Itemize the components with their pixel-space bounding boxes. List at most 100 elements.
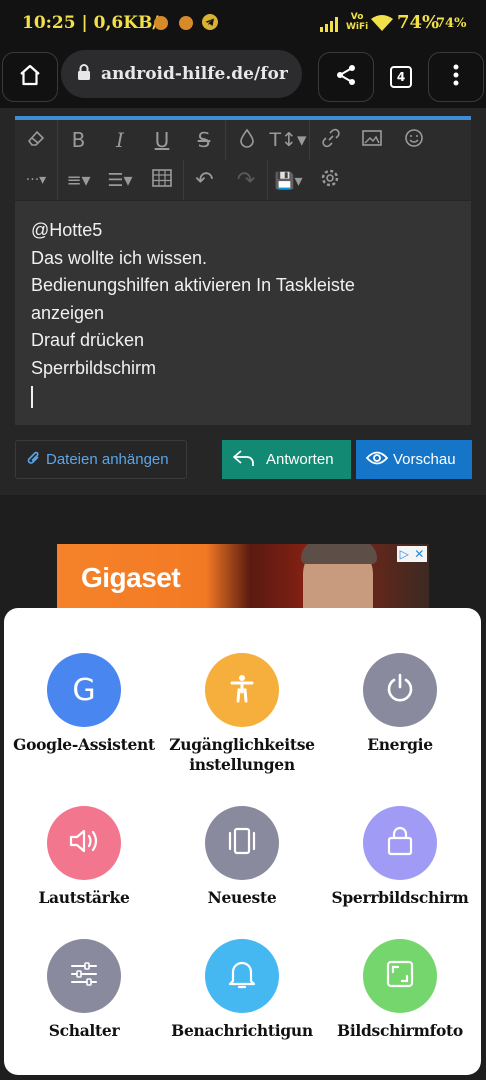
ad-person-hair (301, 544, 377, 564)
vowifi-label: Vo WiFi (346, 12, 369, 32)
message-line: @Hotte5 (31, 220, 103, 240)
tile-label: Sperrbildschirm (331, 888, 469, 907)
tile-screenshot[interactable]: Bildschirmfoto (320, 939, 480, 1041)
align-left-icon: ≡▾ (66, 169, 91, 191)
paperclip-icon (26, 449, 42, 471)
notification-app-icon (179, 16, 193, 30)
tile-circle (363, 806, 437, 880)
telegram-icon (202, 14, 218, 34)
preview-button[interactable]: Vorschau (356, 440, 472, 479)
tab-switcher-button[interactable]: 4 (373, 52, 429, 102)
text-caret (31, 386, 33, 408)
attach-files-button[interactable]: Dateien anhängen (15, 440, 187, 479)
ad-choices-close[interactable]: ▷ ✕ (397, 546, 427, 562)
font-size-icon: T↕▾ (269, 129, 307, 151)
list-button[interactable]: ☰▾ (99, 160, 141, 200)
attach-files-label: Dateien anhängen (46, 451, 169, 468)
table-icon (152, 168, 172, 192)
message-textarea[interactable]: @Hotte5 Das wollte ich wissen. Bedienung… (15, 201, 471, 425)
bold-button[interactable]: B (57, 120, 99, 160)
italic-icon: I (116, 128, 124, 152)
eye-icon (365, 450, 389, 470)
underline-button[interactable]: U (141, 120, 183, 160)
message-line: Sperrbildschirm (31, 357, 157, 378)
image-button[interactable] (351, 120, 393, 160)
font-size-button[interactable]: T↕▾ (267, 120, 309, 160)
image-icon (362, 128, 382, 152)
tile-power[interactable]: Energie (320, 653, 480, 755)
home-icon (18, 63, 42, 91)
tile-circle (205, 939, 279, 1013)
strikethrough-button[interactable]: S (183, 120, 225, 160)
tile-volume[interactable]: Lautstärke (4, 806, 164, 908)
menu-button[interactable] (428, 52, 484, 102)
tile-circle (205, 653, 279, 727)
table-button[interactable] (141, 160, 183, 200)
align-button[interactable]: ≡▾ (57, 160, 99, 200)
signal-icon (320, 16, 342, 36)
lock-icon (77, 64, 91, 84)
clear-format-button[interactable] (15, 120, 57, 160)
tile-label: Benachrichtigun (171, 1021, 313, 1040)
tile-label: Lautstärke (38, 888, 130, 907)
redo-icon: ↷ (236, 167, 256, 193)
droplet-icon (239, 128, 255, 153)
drafts-button[interactable]: 💾▾ (267, 160, 309, 200)
google-g-icon: G (72, 672, 96, 708)
tile-quick-settings[interactable]: Schalter (4, 939, 164, 1041)
italic-button[interactable]: I (99, 120, 141, 160)
gear-icon (320, 168, 340, 193)
tile-circle (47, 806, 121, 880)
settings-button[interactable] (309, 160, 351, 200)
tile-accessibility-settings[interactable]: Zugänglichkeitse instellungen (162, 653, 322, 775)
power-icon (384, 672, 416, 708)
floppy-disk-icon: 💾▾ (274, 170, 303, 190)
tile-google-assistant[interactable]: G Google-Assistent (4, 653, 164, 755)
recents-icon (226, 826, 258, 860)
accessibility-person-icon (228, 673, 256, 707)
text-color-button[interactable] (225, 120, 267, 160)
eraser-icon (26, 128, 46, 153)
advertisement-banner[interactable]: Gigaset ▷ ✕ (57, 544, 429, 610)
tile-recents[interactable]: Neueste (162, 806, 322, 908)
tab-count: 4 (390, 66, 412, 88)
tile-label: Energie (367, 735, 433, 754)
message-line: Das wollte ich wissen. (31, 247, 208, 268)
tile-circle (363, 939, 437, 1013)
strikethrough-icon: S (197, 128, 211, 152)
list-icon: ☰▾ (107, 169, 133, 191)
screenshot-icon (384, 958, 416, 994)
more-horiz-icon: ···▾ (25, 172, 47, 188)
bell-icon (228, 958, 256, 994)
battery-percent: 74% (397, 12, 440, 33)
redo-button[interactable]: ↷ (225, 160, 267, 200)
address-bar[interactable]: android-hilfe.de/for (61, 50, 302, 98)
reply-label: Antworten (266, 451, 334, 468)
wifi-icon (370, 14, 394, 36)
undo-button[interactable]: ↶ (183, 160, 225, 200)
url-text: android-hilfe.de/for (101, 64, 288, 84)
smiley-icon (404, 128, 424, 153)
message-line: Drauf drücken (31, 330, 145, 350)
link-button[interactable] (309, 120, 351, 160)
notification-app-icon (154, 16, 168, 30)
emoji-button[interactable] (393, 120, 435, 160)
tile-lock-screen[interactable]: Sperrbildschirm (320, 806, 480, 908)
tile-label: Zugänglichkeitse instellungen (169, 735, 315, 774)
reply-button[interactable]: Antworten (222, 440, 351, 479)
more-options-button[interactable]: ···▾ (15, 160, 57, 200)
tile-label: Google-Assistent (13, 735, 155, 754)
message-line: Bedienungshilfen aktivieren In Taskleist… (31, 275, 355, 295)
tile-label: Neueste (207, 888, 277, 907)
editor-toolbar-row-1: B I U S T↕▾ (15, 120, 471, 160)
share-button[interactable] (318, 52, 374, 102)
ad-choices-icon: ▷ (399, 547, 409, 561)
home-button[interactable] (2, 52, 58, 102)
underline-icon: U (154, 128, 170, 152)
message-line: anzeigen (31, 302, 105, 323)
tile-circle: G (47, 653, 121, 727)
bold-icon: B (71, 128, 86, 152)
preview-label: Vorschau (393, 451, 456, 468)
tile-notifications[interactable]: Benachrichtigun (162, 939, 322, 1041)
status-bar: 10:25 | 0,6KB/s Vo WiFi 74% 74% (0, 0, 486, 48)
